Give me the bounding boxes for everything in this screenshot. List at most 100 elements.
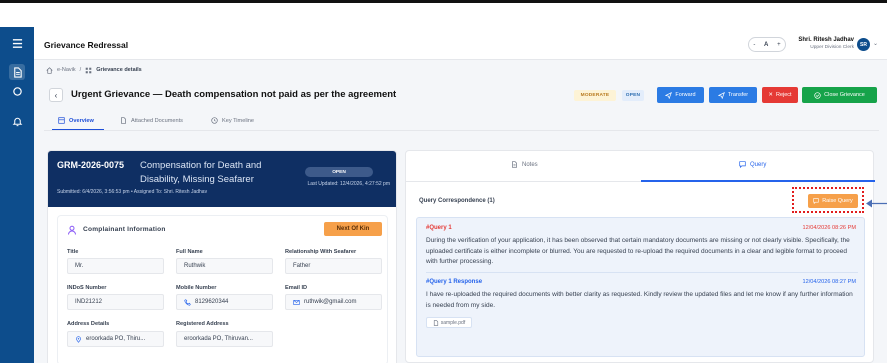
- relationship-field[interactable]: Father: [285, 258, 382, 274]
- query-timestamp: 12/04/2026 08:26 PM: [802, 225, 857, 231]
- phone-icon: [184, 298, 191, 306]
- layout-icon: [58, 117, 65, 124]
- page-title: Urgent Grievance — Death compensation no…: [71, 89, 397, 100]
- back-button[interactable]: ‹: [49, 88, 63, 102]
- email-field[interactable]: ruthwik@gmail.com: [285, 294, 382, 310]
- close-grievance-label: Close Grievance: [824, 92, 865, 98]
- send-icon: [717, 91, 725, 99]
- field-label-indos: INDoS Number: [67, 285, 107, 291]
- banner-status-badge: OPEN: [305, 167, 373, 177]
- font-decrease-button[interactable]: -: [753, 42, 755, 48]
- tab-query-label: Query: [750, 161, 767, 168]
- tab-overview-label: Overview: [69, 117, 94, 124]
- address-field[interactable]: eroorkada PO, Thiru...: [67, 331, 164, 347]
- breadcrumb: e-Navik / Grievance details: [46, 65, 142, 75]
- arrow-left-icon: [866, 199, 887, 208]
- font-reset-button[interactable]: A: [764, 42, 768, 48]
- attachment-link[interactable]: sample.pdf: [426, 317, 472, 328]
- chevron-down-icon[interactable]: ⌄: [873, 40, 878, 47]
- menu-icon[interactable]: [9, 35, 25, 51]
- reject-button[interactable]: ✕ Reject: [762, 87, 798, 103]
- summary-banner: GRM-2026-0075 Compensation for Death and…: [48, 151, 396, 207]
- section-title: Complainant Information: [83, 226, 166, 233]
- top-header: Grievance Redressal - A + Shri. Ritesh J…: [34, 27, 887, 60]
- top-strip: [0, 3, 887, 27]
- mobile-field[interactable]: 8129620344: [176, 294, 273, 310]
- active-panel-tab-indicator: [641, 180, 875, 182]
- home-icon: [46, 66, 53, 74]
- tab-query[interactable]: Query: [739, 161, 766, 168]
- grievance-subject-line2: Disability, Missing Seafarer: [140, 174, 254, 185]
- reject-label: Reject: [776, 92, 792, 98]
- app-title: Grievance Redressal: [44, 40, 129, 50]
- priority-badge: MODERATE: [574, 90, 616, 101]
- tab-notes[interactable]: Notes: [511, 161, 538, 168]
- file-icon: [433, 319, 438, 326]
- query-text: During the verification of your applicat…: [426, 237, 850, 265]
- registered-address-field[interactable]: eroorkada PO, Thiruvan...: [176, 331, 273, 347]
- tab-key-timeline[interactable]: Key Timeline: [211, 117, 254, 124]
- title-field[interactable]: Mr.: [67, 258, 164, 274]
- relationship-value: Father: [293, 263, 311, 269]
- grid-icon: [85, 67, 92, 73]
- query-tag: #Query 1: [426, 225, 452, 231]
- font-size-control: - A +: [748, 37, 786, 52]
- page: Grievance Redressal - A + Shri. Ritesh J…: [0, 0, 887, 363]
- message-icon: [813, 198, 819, 204]
- font-increase-button[interactable]: +: [777, 42, 781, 48]
- breadcrumb-separator: /: [79, 67, 82, 73]
- full-name-field[interactable]: Ruthwik: [176, 258, 273, 274]
- field-label-address: Address Details: [67, 321, 110, 327]
- response-timestamp: 12/04/2026 08:27 PM: [802, 279, 857, 285]
- indos-value: IND21212: [75, 299, 103, 305]
- mobile-value: 8129620344: [195, 299, 229, 305]
- field-label-mobile: Mobile Number: [176, 285, 217, 291]
- document-icon[interactable]: [9, 64, 25, 80]
- field-label-title: Title: [67, 249, 79, 255]
- tab-attached-documents-label: Attached Documents: [131, 117, 183, 124]
- breadcrumb-home[interactable]: e-Navik: [57, 67, 76, 73]
- tab-attached-documents[interactable]: Attached Documents: [120, 117, 183, 124]
- registered-address-value: eroorkada PO, Thiruvan...: [184, 336, 253, 342]
- tab-key-timeline-label: Key Timeline: [222, 117, 255, 124]
- send-icon: [665, 91, 673, 99]
- file-icon: [512, 161, 517, 168]
- circle-icon[interactable]: [9, 83, 25, 99]
- field-label-relationship: Relationship With Seafarer: [285, 249, 357, 255]
- close-icon: ✕: [768, 92, 773, 98]
- raise-query-button[interactable]: Raise Query: [808, 194, 858, 208]
- user-name: Shri. Ritesh Jadhav: [798, 37, 854, 43]
- grievance-id: GRM-2026-0075: [57, 160, 125, 170]
- field-label-full-name: Full Name: [176, 249, 203, 255]
- mail-icon: [293, 299, 300, 305]
- avatar[interactable]: SR: [857, 38, 870, 51]
- user-icon: [68, 225, 76, 235]
- full-name-value: Ruthwik: [184, 263, 206, 269]
- grievance-titlebar: ‹ Urgent Grievance — Death compensation …: [44, 81, 879, 108]
- response-tag: #Query 1 Response: [426, 279, 483, 285]
- user-role: Upper Division Clerk: [810, 45, 854, 50]
- file-icon: [121, 117, 126, 124]
- detail-tabs: Overview Attached Documents Key Timeline: [44, 113, 879, 131]
- app-main: Grievance Redressal - A + Shri. Ritesh J…: [34, 27, 887, 363]
- notes-query-panel: Notes Query Query Correspondence (1) Rai…: [405, 150, 875, 363]
- transfer-label: Transfer: [727, 92, 749, 98]
- submission-meta: Submitted: 6/4/2026, 3:56:53 pm • Assign…: [57, 189, 208, 195]
- transfer-button[interactable]: Transfer: [709, 87, 757, 103]
- close-grievance-button[interactable]: Close Grievance: [802, 87, 877, 103]
- address-value: eroorkada PO, Thiru...: [86, 336, 146, 342]
- check-circle-icon: [814, 91, 821, 99]
- response-text: I have re-uploaded the required document…: [426, 291, 853, 309]
- forward-label: Forward: [675, 92, 696, 98]
- sidebar: [0, 27, 34, 363]
- attachment-name: sample.pdf: [440, 319, 466, 326]
- relationship-badge: Next Of Kin: [324, 222, 382, 236]
- indos-field[interactable]: IND21212: [67, 294, 164, 310]
- forward-button[interactable]: Forward: [657, 87, 704, 103]
- breadcrumb-current: Grievance details: [96, 67, 142, 73]
- tabs-divider: [44, 130, 879, 131]
- tab-overview[interactable]: Overview: [58, 117, 94, 124]
- bell-icon[interactable]: [9, 113, 25, 129]
- query-correspondence-title: Query Correspondence (1): [419, 198, 495, 204]
- email-value: ruthwik@gmail.com: [304, 299, 357, 305]
